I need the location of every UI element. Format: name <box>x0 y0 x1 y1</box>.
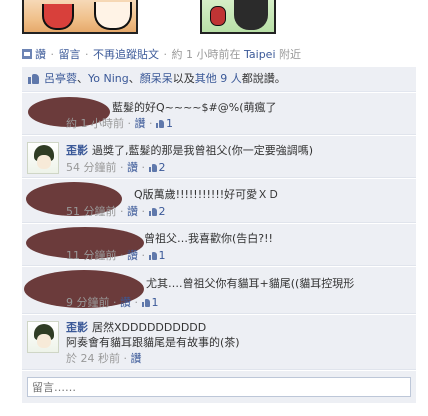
comment-author[interactable]: 歪影 <box>66 321 88 334</box>
separator: · <box>50 48 55 61</box>
like-count-value: 2 <box>158 161 166 174</box>
post-actions: 讚 · 留言 · 不再追蹤貼文 · 約 1 小時前在 Taipei 附近 <box>22 47 301 63</box>
comment-item: 曾祖父…我喜歡你(告白?!! 11 分鐘前 · 讚 · 1 <box>22 223 416 266</box>
comment-meta: 51 分鐘前 · 讚 · 2 <box>66 205 166 218</box>
likes-separator: 、 <box>77 72 88 85</box>
comment-like-count[interactable]: 1 <box>141 296 159 309</box>
photo-panel-right <box>200 0 276 34</box>
comment-like-link[interactable]: 讚 <box>127 205 138 218</box>
comment-text: 居然XDDDDDDDDDD <box>92 321 207 334</box>
thumbs-up-icon <box>28 72 40 84</box>
comment-composer <box>22 370 416 403</box>
separator: · <box>163 48 168 61</box>
comment-like-link[interactable]: 讚 <box>120 296 131 309</box>
comment-author[interactable]: 歪影 <box>66 144 88 157</box>
avatar[interactable] <box>27 142 59 174</box>
comment-text: 過獎了,藍髮的那是我曾祖父(你一定要強調嗎) <box>92 144 314 157</box>
comment-text: 曾祖父…我喜歡你(告白?!! <box>144 232 273 245</box>
comment-like-link[interactable]: 讚 <box>127 249 138 262</box>
comment-time: 約 1 小時前 <box>66 117 124 130</box>
like-count-value: 1 <box>166 117 173 130</box>
comment-meta: 54 分鐘前 · 讚 · 2 <box>66 161 166 174</box>
comment-time: 51 分鐘前 <box>66 205 117 218</box>
like-count-value: 1 <box>158 249 166 262</box>
comment-text: Q版萬歲!!!!!!!!!!!好可愛ＸＤ <box>134 188 280 201</box>
like-count-value: 1 <box>151 296 159 309</box>
comment-item: 歪影 過獎了,藍髮的那是我曾祖父(你一定要強調嗎) 54 分鐘前 · 讚 · 2 <box>22 135 416 178</box>
comment-time: 9 分鐘前 <box>66 296 110 309</box>
comment-text-line: 歪影 居然XDDDDDDDDDD <box>66 319 206 335</box>
separator: · <box>85 48 89 61</box>
comment-text: 藍髮的好Q~~~~$#@%(萌瘋了 <box>112 101 277 114</box>
comment-text: 尤其….曾祖父你有貓耳+貓尾((貓耳控現形 <box>146 277 355 290</box>
post-time: 約 1 小時前在 <box>171 48 241 61</box>
comment-like-link[interactable]: 讚 <box>135 117 146 130</box>
likes-summary: 呂亭蓉、Yo Ning、顏呆呆以及其他 9 人都說讚。 <box>22 67 416 92</box>
comment-meta: 9 分鐘前 · 讚 · 1 <box>66 296 159 309</box>
comment-post-link[interactable]: 留言 <box>59 48 81 61</box>
comment-text-second-line: 阿奏會有貓耳跟貓尾是有故事的(茶) <box>66 336 240 349</box>
share-icon <box>22 49 32 59</box>
comments-section: 呂亭蓉、Yo Ning、顏呆呆以及其他 9 人都說讚。 藍髮的好Q~~~~$#@… <box>22 67 416 403</box>
comment-item: Q版萬歲!!!!!!!!!!!好可愛ＸＤ 51 分鐘前 · 讚 · 2 <box>22 178 416 223</box>
location-link[interactable]: Taipei <box>244 48 276 61</box>
like-post-link[interactable]: 讚 <box>35 48 46 61</box>
comment-item: 歪影 居然XDDDDDDDDDD 阿奏會有貓耳跟貓尾是有故事的(茶) 於 24 秒… <box>22 314 416 370</box>
comment-meta: 約 1 小時前 · 讚 · 1 <box>66 117 173 130</box>
comment-like-count[interactable]: 1 <box>156 117 173 130</box>
liker-name-3[interactable]: 顏呆呆 <box>140 72 173 85</box>
thumbs-up-icon <box>148 251 158 260</box>
likes-others-link[interactable]: 其他 9 人 <box>195 72 242 85</box>
likes-suffix: 都說讚。 <box>241 72 286 85</box>
thumbs-up-icon <box>141 298 151 307</box>
comment-like-count[interactable]: 2 <box>148 161 166 174</box>
thumbs-up-icon <box>156 119 165 128</box>
comment-time: 11 分鐘前 <box>66 249 117 262</box>
photo-panel-left <box>22 0 138 34</box>
post-photo[interactable] <box>22 0 276 36</box>
comment-time: 於 24 秒前 <box>66 352 120 365</box>
liker-name-2[interactable]: Yo Ning <box>88 72 129 85</box>
unfollow-post-link[interactable]: 不再追蹤貼文 <box>93 48 159 61</box>
comment-like-link[interactable]: 讚 <box>127 161 138 174</box>
thumbs-up-icon <box>148 207 158 216</box>
location-near: 附近 <box>279 48 302 61</box>
comment-item: 藍髮的好Q~~~~$#@%(萌瘋了 約 1 小時前 · 讚 · 1 <box>22 92 416 135</box>
likes-separator: 、 <box>128 72 140 85</box>
comment-like-link[interactable]: 讚 <box>131 352 142 365</box>
comment-text-line: 歪影 過獎了,藍髮的那是我曾祖父(你一定要強調嗎) <box>66 142 313 158</box>
comment-meta: 於 24 秒前 · 讚 <box>66 352 142 365</box>
comment-input[interactable] <box>27 377 411 397</box>
comment-item: 尤其….曾祖父你有貓耳+貓尾((貓耳控現形 9 分鐘前 · 讚 · 1 <box>22 266 416 314</box>
comment-like-count[interactable]: 2 <box>148 205 166 218</box>
avatar[interactable] <box>27 321 59 353</box>
like-count-value: 2 <box>158 205 166 218</box>
thumbs-up-icon <box>148 163 158 172</box>
likes-and-text: 以及 <box>172 72 195 85</box>
liker-name-1[interactable]: 呂亭蓉 <box>44 72 77 85</box>
comment-time: 54 分鐘前 <box>66 161 117 174</box>
comment-meta: 11 分鐘前 · 讚 · 1 <box>66 249 166 262</box>
comment-like-count[interactable]: 1 <box>148 249 166 262</box>
